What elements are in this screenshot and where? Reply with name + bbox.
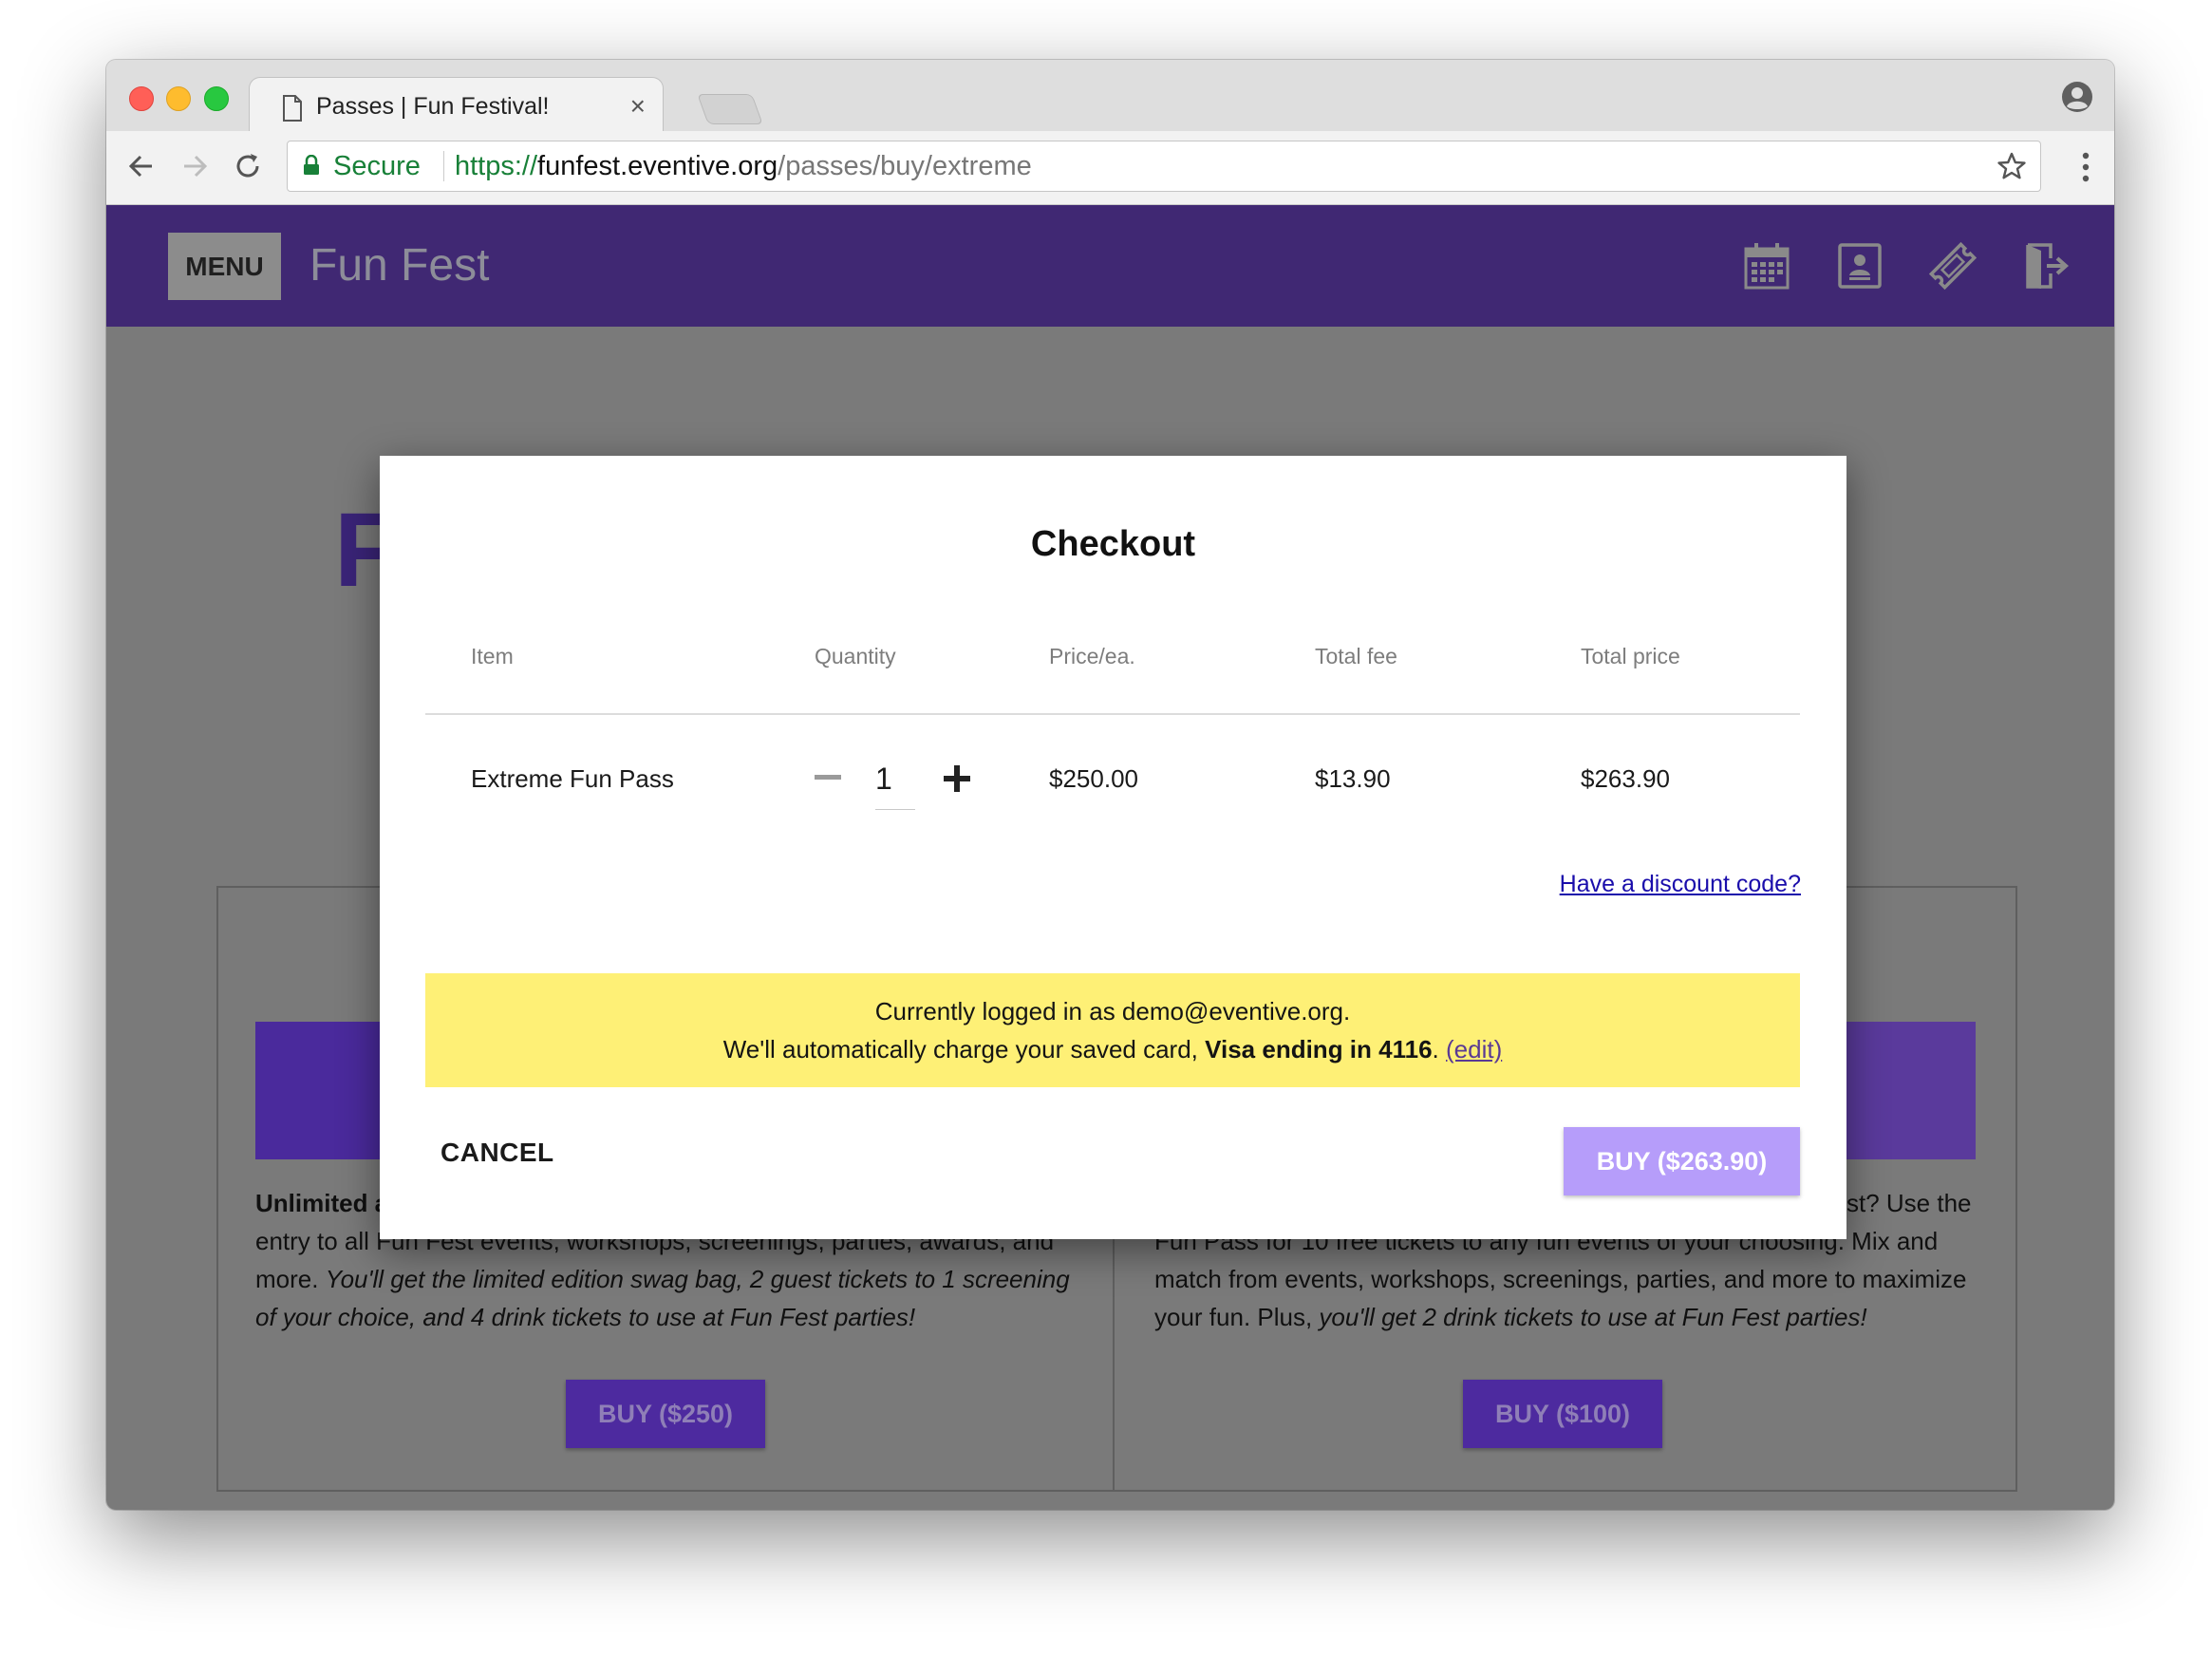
fun-pass-description-tail: st? Use the	[1846, 1184, 1972, 1222]
column-header-fee: Total fee	[1315, 644, 1397, 668]
page-icon	[283, 95, 302, 122]
total-price: $263.90	[1581, 764, 1670, 793]
desc-line: st? Use the	[1846, 1189, 1972, 1217]
desc-line-italic: of your choice, and 4 drink tickets to u…	[255, 1303, 916, 1331]
desc-bold: Unlimited a	[255, 1189, 389, 1217]
forward-icon[interactable]	[177, 148, 213, 184]
address-separator	[443, 151, 444, 181]
url-text[interactable]: https://funfest.eventive.org/passes/buy/…	[455, 151, 1032, 182]
cancel-button[interactable]: CANCEL	[441, 1138, 554, 1168]
url-host: funfest.eventive.org	[537, 151, 778, 181]
desc-line-italic: You'll get the limited edition swag bag,…	[325, 1265, 1070, 1293]
buy-button[interactable]: BUY ($263.90)	[1564, 1127, 1800, 1195]
desc-line: more.	[255, 1265, 326, 1293]
browser-window: Passes | Fun Festival! × Secure https://…	[106, 60, 2114, 1510]
close-tab-icon[interactable]: ×	[630, 91, 646, 122]
saved-card-message: We'll automatically charge your saved ca…	[425, 1030, 1800, 1068]
total-fee: $13.90	[1315, 764, 1391, 793]
logout-icon[interactable]	[2022, 241, 2070, 291]
lock-icon	[304, 155, 319, 175]
back-icon[interactable]	[123, 148, 159, 184]
quantity-underline	[875, 809, 915, 810]
minimize-window-button[interactable]	[166, 86, 191, 111]
buy-extreme-pass-button[interactable]: BUY ($250)	[566, 1380, 765, 1448]
url-scheme: https://	[455, 151, 538, 181]
discount-code-link[interactable]: Have a discount code?	[1560, 871, 1801, 898]
buy-fun-pass-button[interactable]: BUY ($100)	[1463, 1380, 1662, 1448]
table-divider	[425, 713, 1800, 715]
profile-icon[interactable]	[2061, 81, 2093, 113]
browser-toolbar: Secure https://funfest.eventive.org/pass…	[106, 131, 2114, 205]
card-text: We'll automatically charge your saved ca…	[722, 1035, 1206, 1063]
price-each: $250.00	[1049, 764, 1138, 793]
decrease-quantity-button[interactable]	[815, 775, 841, 780]
column-header-total: Total price	[1581, 644, 1680, 668]
edit-card-link[interactable]: (edit)	[1446, 1035, 1502, 1063]
extreme-pass-banner	[255, 1022, 396, 1159]
page-viewport: MENU Fun Fest F Unlimited a entry to all…	[106, 205, 2114, 1510]
desc-line-italic: you'll get 2 drink tickets to use at Fun…	[1319, 1303, 1867, 1331]
desc-line: your fun. Plus,	[1154, 1303, 1320, 1331]
ticket-icon[interactable]	[1929, 241, 1977, 291]
tab-title: Passes | Fun Festival!	[316, 93, 550, 120]
fun-pass-banner	[1846, 1022, 1976, 1159]
calendar-icon[interactable]	[1743, 241, 1790, 291]
close-window-button[interactable]	[129, 86, 154, 111]
secure-label: Secure	[333, 151, 421, 181]
new-tab-button[interactable]	[697, 94, 763, 124]
logged-in-message: Currently logged in as demo@eventive.org…	[874, 997, 1351, 1026]
item-name: Extreme Fun Pass	[471, 764, 674, 793]
dialog-title: Checkout	[1030, 524, 1196, 564]
maximize-window-button[interactable]	[204, 86, 229, 111]
reload-icon[interactable]	[230, 148, 266, 184]
fun-pass-description: Fun Pass for 10 free tickets to any fun …	[1154, 1222, 1966, 1336]
checkout-dialog: Checkout Item Quantity Price/ea. Total f…	[380, 456, 1846, 1239]
account-card-icon[interactable]	[1836, 241, 1884, 291]
desc-line: match from events, workshops, screenings…	[1154, 1265, 1967, 1293]
app-header: MENU Fun Fest	[106, 205, 2114, 327]
column-header-price: Price/ea.	[1049, 644, 1135, 668]
payment-notice: Currently logged in as demo@eventive.org…	[425, 973, 1800, 1087]
site-title[interactable]: Fun Fest	[309, 239, 489, 292]
card-text-suffix: .	[1432, 1035, 1446, 1063]
column-header-item: Item	[471, 644, 514, 668]
tab-strip: Passes | Fun Festival! ×	[106, 60, 2114, 132]
card-name: Visa ending in 4116	[1205, 1035, 1433, 1063]
browser-tab[interactable]: Passes | Fun Festival! ×	[249, 77, 664, 132]
menu-button[interactable]: MENU	[168, 233, 281, 300]
address-bar[interactable]: Secure https://funfest.eventive.org/pass…	[287, 141, 2041, 192]
column-header-quantity: Quantity	[815, 644, 896, 668]
quantity-value[interactable]: 1	[875, 762, 913, 797]
increase-quantity-button[interactable]	[944, 765, 970, 792]
bookmark-star-icon[interactable]	[1996, 151, 2027, 181]
browser-menu-icon[interactable]	[2082, 152, 2090, 182]
url-path: /passes/buy/extreme	[778, 151, 1032, 181]
